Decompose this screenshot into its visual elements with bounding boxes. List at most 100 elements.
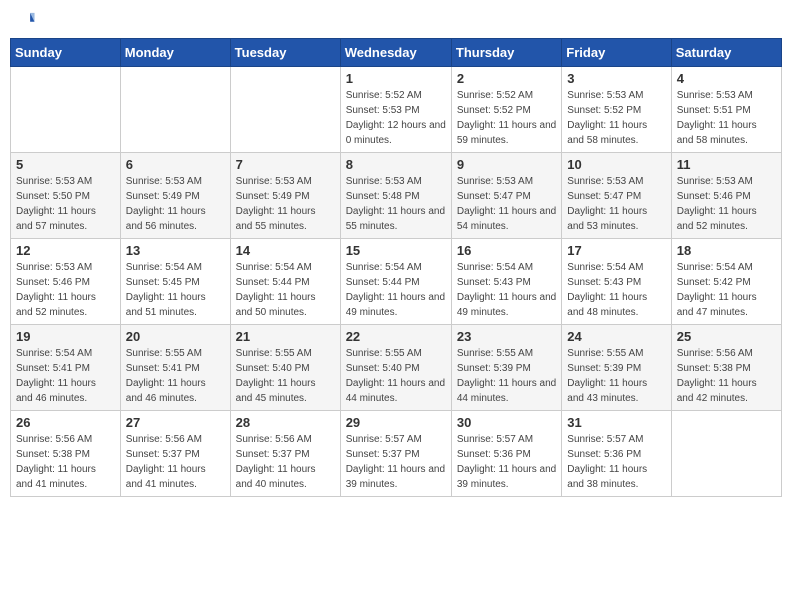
calendar-cell: 27 Sunrise: 5:56 AMSunset: 5:37 PMDayligh… [120, 411, 230, 497]
calendar-cell: 9 Sunrise: 5:53 AMSunset: 5:47 PMDaylight… [451, 153, 561, 239]
calendar-cell: 4Sunrise: 5:53 AMSunset: 5:51 PMDaylight… [671, 67, 781, 153]
day-info: Sunrise: 5:53 AMSunset: 5:49 PMDaylight:… [236, 174, 335, 234]
day-number: 22 [346, 329, 446, 344]
day-info: Sunrise: 5:54 AMSunset: 5:45 PMDaylight:… [126, 260, 225, 320]
day-number: 30 [457, 415, 556, 430]
day-info: Sunrise: 5:54 AMSunset: 5:44 PMDaylight:… [346, 260, 446, 320]
weekday-header-friday: Friday [562, 39, 671, 67]
day-info: Sunrise: 5:55 AMSunset: 5:39 PMDaylight:… [567, 346, 665, 406]
calendar-cell: 5Sunrise: 5:53 AMSunset: 5:50 PMDaylight… [11, 153, 121, 239]
day-number: 19 [16, 329, 115, 344]
day-number: 21 [236, 329, 335, 344]
weekday-header-sunday: Sunday [11, 39, 121, 67]
calendar-cell: 21 Sunrise: 5:55 AMSunset: 5:40 PMDayligh… [230, 325, 340, 411]
day-info: Sunrise: 5:53 AMSunset: 5:51 PMDaylight:… [677, 88, 776, 148]
day-info: Sunrise: 5:54 AMSunset: 5:43 PMDaylight:… [567, 260, 665, 320]
week-row-2: 5Sunrise: 5:53 AMSunset: 5:50 PMDaylight… [11, 153, 782, 239]
day-info: Sunrise: 5:53 AMSunset: 5:46 PMDaylight:… [16, 260, 115, 320]
weekday-header-tuesday: Tuesday [230, 39, 340, 67]
calendar-cell: 11 Sunrise: 5:53 AMSunset: 5:46 PMDayligh… [671, 153, 781, 239]
calendar-cell: 23Sunrise: 5:55 AMSunset: 5:39 PMDayligh… [451, 325, 561, 411]
calendar-cell [671, 411, 781, 497]
day-number: 13 [126, 243, 225, 258]
day-number: 15 [346, 243, 446, 258]
calendar-cell: 15 Sunrise: 5:54 AMSunset: 5:44 PMDayligh… [340, 239, 451, 325]
day-info: Sunrise: 5:56 AMSunset: 5:38 PMDaylight:… [16, 432, 115, 492]
day-info: Sunrise: 5:53 AMSunset: 5:48 PMDaylight:… [346, 174, 446, 234]
day-info: Sunrise: 5:53 AMSunset: 5:50 PMDaylight:… [16, 174, 115, 234]
page-header [10, 10, 782, 32]
calendar-cell [120, 67, 230, 153]
week-row-5: 26 Sunrise: 5:56 AMSunset: 5:38 PMDayligh… [11, 411, 782, 497]
calendar-cell: 30 Sunrise: 5:57 AMSunset: 5:36 PMDayligh… [451, 411, 561, 497]
calendar-cell: 17 Sunrise: 5:54 AMSunset: 5:43 PMDayligh… [562, 239, 671, 325]
calendar-cell: 29 Sunrise: 5:57 AMSunset: 5:37 PMDayligh… [340, 411, 451, 497]
day-number: 27 [126, 415, 225, 430]
weekday-header-thursday: Thursday [451, 39, 561, 67]
calendar-cell: 10 Sunrise: 5:53 AMSunset: 5:47 PMDayligh… [562, 153, 671, 239]
day-number: 16 [457, 243, 556, 258]
day-number: 17 [567, 243, 665, 258]
day-info: Sunrise: 5:52 AMSunset: 5:52 PMDaylight:… [457, 88, 556, 148]
day-number: 8 [346, 157, 446, 172]
calendar-cell: 7 Sunrise: 5:53 AMSunset: 5:49 PMDaylight… [230, 153, 340, 239]
day-number: 11 [677, 157, 776, 172]
day-info: Sunrise: 5:54 AMSunset: 5:41 PMDaylight:… [16, 346, 115, 406]
week-row-3: 12 Sunrise: 5:53 AMSunset: 5:46 PMDayligh… [11, 239, 782, 325]
calendar-cell: 6Sunrise: 5:53 AMSunset: 5:49 PMDaylight… [120, 153, 230, 239]
weekday-header-wednesday: Wednesday [340, 39, 451, 67]
day-info: Sunrise: 5:56 AMSunset: 5:37 PMDaylight:… [236, 432, 335, 492]
week-row-4: 19 Sunrise: 5:54 AMSunset: 5:41 PMDayligh… [11, 325, 782, 411]
day-info: Sunrise: 5:55 AMSunset: 5:41 PMDaylight:… [126, 346, 225, 406]
day-info: Sunrise: 5:54 AMSunset: 5:44 PMDaylight:… [236, 260, 335, 320]
calendar-cell: 31Sunrise: 5:57 AMSunset: 5:36 PMDayligh… [562, 411, 671, 497]
day-number: 12 [16, 243, 115, 258]
day-number: 24 [567, 329, 665, 344]
day-number: 31 [567, 415, 665, 430]
calendar-table: SundayMondayTuesdayWednesdayThursdayFrid… [10, 38, 782, 497]
day-info: Sunrise: 5:53 AMSunset: 5:52 PMDaylight:… [567, 88, 665, 148]
day-number: 20 [126, 329, 225, 344]
logo-icon [14, 10, 36, 32]
calendar-cell: 12 Sunrise: 5:53 AMSunset: 5:46 PMDayligh… [11, 239, 121, 325]
day-info: Sunrise: 5:53 AMSunset: 5:47 PMDaylight:… [457, 174, 556, 234]
day-number: 29 [346, 415, 446, 430]
day-info: Sunrise: 5:54 AMSunset: 5:43 PMDaylight:… [457, 260, 556, 320]
day-number: 1 [346, 71, 446, 86]
calendar-cell: 26 Sunrise: 5:56 AMSunset: 5:38 PMDayligh… [11, 411, 121, 497]
calendar-cell: 3 Sunrise: 5:53 AMSunset: 5:52 PMDaylight… [562, 67, 671, 153]
calendar-cell: 8 Sunrise: 5:53 AMSunset: 5:48 PMDaylight… [340, 153, 451, 239]
weekday-header-row: SundayMondayTuesdayWednesdayThursdayFrid… [11, 39, 782, 67]
calendar-cell: 20 Sunrise: 5:55 AMSunset: 5:41 PMDayligh… [120, 325, 230, 411]
day-number: 9 [457, 157, 556, 172]
calendar-cell: 18Sunrise: 5:54 AMSunset: 5:42 PMDayligh… [671, 239, 781, 325]
calendar-cell [11, 67, 121, 153]
day-info: Sunrise: 5:53 AMSunset: 5:47 PMDaylight:… [567, 174, 665, 234]
day-info: Sunrise: 5:55 AMSunset: 5:40 PMDaylight:… [346, 346, 446, 406]
day-number: 7 [236, 157, 335, 172]
calendar-cell: 14Sunrise: 5:54 AMSunset: 5:44 PMDayligh… [230, 239, 340, 325]
day-info: Sunrise: 5:53 AMSunset: 5:49 PMDaylight:… [126, 174, 225, 234]
day-info: Sunrise: 5:55 AMSunset: 5:40 PMDaylight:… [236, 346, 335, 406]
weekday-header-monday: Monday [120, 39, 230, 67]
day-info: Sunrise: 5:57 AMSunset: 5:37 PMDaylight:… [346, 432, 446, 492]
calendar-cell [230, 67, 340, 153]
week-row-1: 1 Sunrise: 5:52 AMSunset: 5:53 PMDaylight… [11, 67, 782, 153]
calendar-cell: 13 Sunrise: 5:54 AMSunset: 5:45 PMDayligh… [120, 239, 230, 325]
day-number: 10 [567, 157, 665, 172]
day-info: Sunrise: 5:56 AMSunset: 5:37 PMDaylight:… [126, 432, 225, 492]
day-number: 3 [567, 71, 665, 86]
day-info: Sunrise: 5:57 AMSunset: 5:36 PMDaylight:… [457, 432, 556, 492]
weekday-header-saturday: Saturday [671, 39, 781, 67]
calendar-cell: 2Sunrise: 5:52 AMSunset: 5:52 PMDaylight… [451, 67, 561, 153]
logo [14, 10, 40, 32]
day-number: 28 [236, 415, 335, 430]
day-info: Sunrise: 5:52 AMSunset: 5:53 PMDaylight:… [346, 88, 446, 148]
calendar-cell: 19 Sunrise: 5:54 AMSunset: 5:41 PMDayligh… [11, 325, 121, 411]
day-number: 26 [16, 415, 115, 430]
calendar-cell: 22 Sunrise: 5:55 AMSunset: 5:40 PMDayligh… [340, 325, 451, 411]
calendar-cell: 16 Sunrise: 5:54 AMSunset: 5:43 PMDayligh… [451, 239, 561, 325]
day-info: Sunrise: 5:53 AMSunset: 5:46 PMDaylight:… [677, 174, 776, 234]
day-info: Sunrise: 5:55 AMSunset: 5:39 PMDaylight:… [457, 346, 556, 406]
calendar-cell: 28 Sunrise: 5:56 AMSunset: 5:37 PMDayligh… [230, 411, 340, 497]
